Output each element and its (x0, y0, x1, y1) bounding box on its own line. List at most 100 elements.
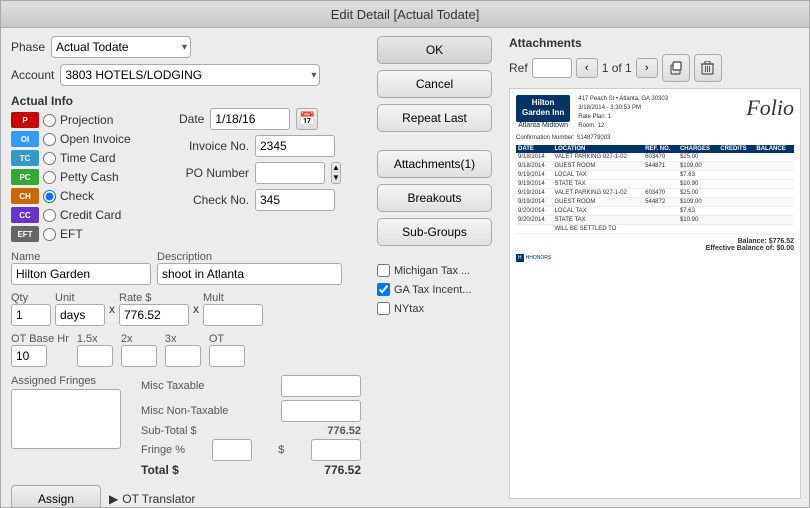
ot-base-label: OT Base Hr (11, 333, 69, 345)
mult-input[interactable] (203, 304, 263, 326)
assign-button[interactable]: Assign (11, 485, 101, 507)
fringes-right: Misc Taxable Misc Non-Taxable Sub-Total … (141, 375, 361, 477)
check-input[interactable]: 345 (255, 189, 335, 211)
table-row: 9/19/2014VALET PARKING 927-1-02603470$25… (516, 189, 794, 198)
ot-translator[interactable]: ▶ OT Translator (109, 492, 195, 506)
description-input[interactable]: shoot in Atlanta (157, 263, 342, 285)
unit-label: Unit (55, 292, 105, 304)
date-label: Date (179, 112, 204, 126)
time-card-icon: TC (11, 150, 39, 166)
ot-base-input[interactable]: 10 (11, 345, 47, 367)
col-location: LOCATION (552, 145, 643, 153)
fringe-pct-input[interactable] (212, 439, 252, 461)
mult15-label: 1.5x (77, 333, 113, 345)
sub-total-row: Sub-Total $ 776.52 (141, 425, 361, 437)
receipt-table: DATE LOCATION REF. NO. CHARGES CREDITS B… (516, 145, 794, 234)
total-label: Total $ (141, 463, 179, 477)
po-down-arrow[interactable]: ▼ (332, 173, 340, 183)
attachment-nav: Ref ‹ 1 of 1 › (509, 54, 801, 82)
michigan-tax-checkbox[interactable] (377, 264, 390, 277)
invoice-input[interactable]: 2345 (255, 135, 335, 157)
table-row: 9/18/2014VALET PARKING 927-1-02603470$25… (516, 153, 794, 162)
mult3x-input[interactable] (165, 345, 201, 367)
phase-select-wrapper: Actual Todate (51, 36, 191, 58)
qty-input[interactable]: 1 (11, 304, 51, 326)
mult3x-label: 3x (165, 333, 201, 345)
po-stepper[interactable]: ▲ ▼ (331, 162, 341, 184)
fringe-pct-row: Fringe % $ (141, 439, 361, 461)
po-input[interactable] (255, 162, 325, 184)
sub-groups-button[interactable]: Sub-Groups (377, 218, 492, 246)
radio-time-card[interactable] (43, 152, 56, 165)
receipt-header: HiltonGarden Inn Atlanta Midtown 417 Pea… (516, 95, 794, 131)
radio-row-check: CH Check (11, 187, 171, 205)
title-bar: Edit Detail [Actual Todate] (1, 1, 809, 28)
mult2x-input[interactable] (121, 345, 157, 367)
radio-projection[interactable] (43, 114, 56, 127)
ref-input[interactable] (532, 58, 572, 78)
fringes-left: Assigned Fringes (11, 375, 131, 477)
nytax-checkbox[interactable] (377, 302, 390, 315)
open-invoice-icon: OI (11, 131, 39, 147)
po-label: PO Number (179, 166, 249, 180)
copy-attachment-button[interactable] (662, 54, 690, 82)
name-group: Name Hilton Garden (11, 251, 151, 285)
phase-select[interactable]: Actual Todate (51, 36, 191, 58)
attachments-button[interactable]: Attachments(1) (377, 150, 492, 178)
mult-group: Mult (203, 292, 263, 326)
mult15-input[interactable] (77, 345, 113, 367)
hotel-logo-sub: Atlanta Midtown (518, 122, 568, 129)
prev-attachment-button[interactable]: ‹ (576, 58, 598, 78)
radio-open-invoice[interactable] (43, 133, 56, 146)
ot-input[interactable] (209, 345, 245, 367)
fringes-label: Assigned Fringes (11, 375, 131, 387)
total-value: 776.52 (324, 463, 361, 477)
total-row: Total $ 776.52 (141, 463, 361, 477)
radio-petty-cash[interactable] (43, 171, 56, 184)
account-select[interactable]: 3803 HOTELS/LODGING (60, 64, 320, 86)
table-row: 9/19/2014LOCAL TAX$7.63 (516, 171, 794, 180)
ok-button[interactable]: OK (377, 36, 492, 64)
col-ref: REF. NO. (643, 145, 678, 153)
mult-label: Mult (203, 292, 263, 304)
mult3x-group: 3x (165, 333, 201, 367)
repeat-last-button[interactable]: Repeat Last (377, 104, 492, 132)
sub-total-label: Sub-Total $ (141, 425, 197, 437)
radio-projection-label: Projection (60, 113, 113, 127)
radio-credit-card[interactable] (43, 209, 56, 222)
name-input[interactable]: Hilton Garden (11, 263, 151, 285)
po-up-arrow[interactable]: ▲ (332, 163, 340, 173)
misc-taxable-row: Misc Taxable (141, 375, 361, 397)
middle-panel: OK Cancel Repeat Last Attachments(1) Bre… (371, 28, 501, 507)
credit-card-icon: CC (11, 207, 39, 223)
misc-non-taxable-input[interactable] (281, 400, 361, 422)
desc-label: Description (157, 251, 342, 263)
next-attachment-button[interactable]: › (636, 58, 658, 78)
fringes-section: Assigned Fringes Misc Taxable Misc Non-T… (11, 375, 361, 477)
qty-group: Qty 1 (11, 292, 51, 326)
bottom-bar: Assign ▶ OT Translator (11, 481, 361, 507)
breakouts-button[interactable]: Breakouts (377, 184, 492, 212)
eft-icon: EFT (11, 226, 39, 242)
calendar-button[interactable]: 📅 (296, 108, 318, 130)
cancel-button[interactable]: Cancel (377, 70, 492, 98)
receipt-total: Balance: $776.52 Effective Balance of: $… (516, 238, 794, 252)
radio-check[interactable] (43, 190, 56, 203)
misc-taxable-input[interactable] (281, 375, 361, 397)
fringe-pct-label: Fringe % (141, 444, 185, 456)
unit-input[interactable]: days (55, 304, 105, 326)
ga-tax-checkbox[interactable] (377, 283, 390, 296)
rate-input[interactable]: 776.52 (119, 304, 189, 326)
col-balance: BALANCE (754, 145, 794, 153)
delete-attachment-button[interactable] (694, 54, 722, 82)
hilton-honors-text: HHONORS (526, 255, 552, 261)
fringe-dollar-input[interactable] (311, 439, 361, 461)
radio-eft[interactable] (43, 228, 56, 241)
table-row: 9/20/2014LOCAL TAX$7.63 (516, 207, 794, 216)
ga-tax-label: GA Tax Incent... (394, 284, 471, 296)
michigan-tax-label: Michigan Tax ... (394, 265, 470, 277)
date-input[interactable]: 1/18/16 (210, 108, 290, 130)
main-window: Edit Detail [Actual Todate] Phase Actual… (0, 0, 810, 508)
right-panel: Attachments Ref ‹ 1 of 1 › (501, 28, 809, 507)
nytax-label: NYtax (394, 303, 424, 315)
